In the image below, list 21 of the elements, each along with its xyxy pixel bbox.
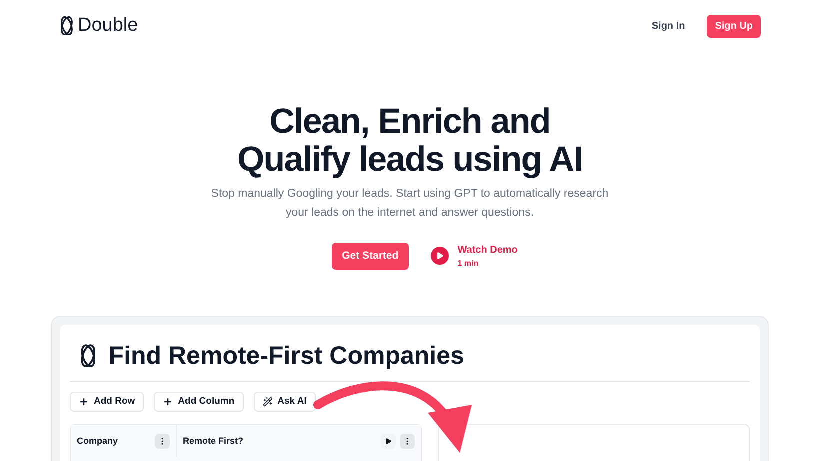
logo-icon: [60, 16, 74, 36]
hero-title: Clean, Enrich and Qualify leads using AI: [237, 102, 583, 178]
demo-duration: 1 min: [458, 258, 480, 270]
plus-icon: [163, 397, 174, 408]
plus-icon: [79, 397, 89, 408]
hero-subtitle: Stop manually Googling your leads. Start using GPT to automatically research your leads on the internet and answer questions.: [210, 186, 610, 220]
column-label: Company: [77, 434, 120, 448]
sign-in-link[interactable]: Sign In: [652, 18, 686, 34]
app-title: Find Remote-First Companies: [108, 341, 464, 372]
brand-name: Double: [78, 14, 138, 38]
wand-icon: [262, 397, 273, 408]
get-started-button[interactable]: Get Started: [332, 242, 409, 270]
watch-demo-link[interactable]: Watch Demo: [458, 242, 518, 258]
more-icon[interactable]: [155, 434, 170, 449]
column-label: Remote First?: [183, 434, 245, 448]
play-icon[interactable]: [381, 434, 396, 449]
sign-up-button[interactable]: Sign Up: [707, 14, 761, 38]
logo-icon: [80, 344, 97, 368]
toolbar-button[interactable]: Add Row: [70, 392, 144, 412]
toolbar-button[interactable]: Add Column: [154, 392, 244, 412]
toolbar-button[interactable]: Ask AI: [254, 392, 316, 412]
